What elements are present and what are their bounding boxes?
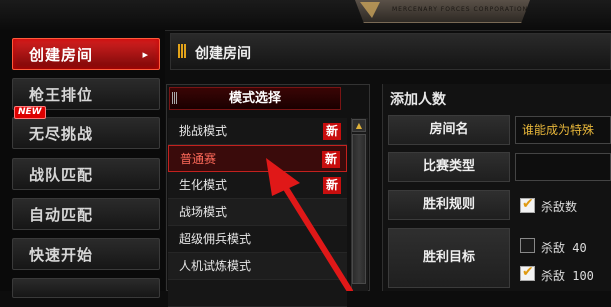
menu-item-label: 自动匹配 xyxy=(29,205,94,224)
win-target-option-label: 杀敌 40 xyxy=(541,241,587,255)
menu-item-label: 快速开始 xyxy=(29,245,94,264)
win-target-label: 胜利目标 xyxy=(388,228,510,288)
mode-item-normal-match[interactable]: 普通赛 新 xyxy=(168,145,347,172)
grip-icon xyxy=(178,44,186,58)
menu-item-quick-start[interactable]: 快速开始 xyxy=(12,238,160,270)
menu-item-auto-match[interactable]: 自动匹配 xyxy=(12,198,160,230)
scroll-up-icon[interactable]: ▲ xyxy=(352,119,366,132)
menu-item-label: 无尽挑战 xyxy=(29,124,94,143)
mode-item-ai-trial[interactable]: 人机试炼模式 xyxy=(168,253,347,280)
scroll-thumb[interactable] xyxy=(352,134,366,284)
new-tag: 新 xyxy=(323,123,341,140)
mode-item-challenge[interactable]: 挑战模式 新 xyxy=(168,118,347,145)
win-target-checkbox-100[interactable] xyxy=(520,264,535,281)
mode-item-label: 生化模式 xyxy=(179,178,228,192)
win-rule-checkbox[interactable] xyxy=(520,196,535,213)
room-name-value: 谁能成为特殊 xyxy=(522,123,595,137)
win-target-option-label: 杀敌 100 xyxy=(541,269,594,283)
mode-list-title: 模式选择 xyxy=(169,87,341,110)
room-name-label: 房间名 xyxy=(388,115,510,145)
grip-icon xyxy=(172,92,177,104)
mode-item-label: 挑战模式 xyxy=(179,124,228,138)
menu-item-endless-challenge[interactable]: 无尽挑战 xyxy=(12,117,160,149)
win-target-checkbox-40[interactable] xyxy=(520,238,535,253)
new-badge: NEW xyxy=(14,106,46,119)
mode-item-label: 普通赛 xyxy=(180,152,217,166)
menu-item-label: 枪王排位 xyxy=(29,85,94,104)
new-tag: 新 xyxy=(322,151,340,168)
menu-item-label: 战队匹配 xyxy=(29,165,94,184)
new-tag: 新 xyxy=(323,177,341,194)
win-rule-option-label: 杀敌数 xyxy=(541,200,578,214)
mode-item-label: 人机试炼模式 xyxy=(179,259,252,273)
match-type-label: 比赛类型 xyxy=(388,152,510,182)
mode-item-super-mercenary[interactable]: 超级佣兵模式 xyxy=(168,226,347,253)
menu-item-next[interactable] xyxy=(12,278,160,298)
panel-title: 创建房间 xyxy=(195,46,251,62)
mode-item-label: 超级佣兵模式 xyxy=(179,232,252,246)
menu-item-label: 创建房间 xyxy=(29,45,94,64)
chevron-right-icon: ▸ xyxy=(142,48,149,61)
mode-item-zombie[interactable]: 生化模式 新 xyxy=(168,172,347,199)
win-rule-label: 胜利规则 xyxy=(388,190,510,220)
settings-title: 添加人数 xyxy=(390,92,446,108)
match-type-select[interactable] xyxy=(515,153,611,181)
menu-item-create-room[interactable]: 创建房间 ▸ xyxy=(12,38,160,70)
mode-item-label: 战场模式 xyxy=(179,205,228,219)
logo-text: MERCENARY FORCES CORPORATION xyxy=(392,6,529,13)
mode-item-partial[interactable] xyxy=(168,280,347,307)
mode-item-battlefield[interactable]: 战场模式 xyxy=(168,199,347,226)
menu-item-team-match[interactable]: 战队匹配 xyxy=(12,158,160,190)
